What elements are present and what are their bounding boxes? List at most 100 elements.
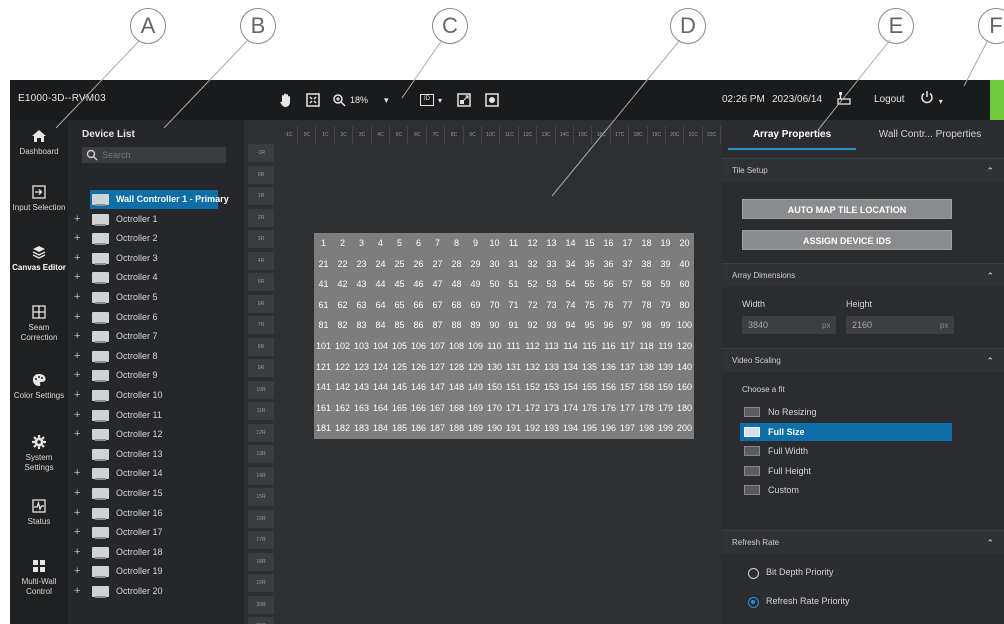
fit-option[interactable]: Full Size <box>740 422 952 441</box>
tile-cell[interactable]: 118 <box>637 336 656 357</box>
tile-cell[interactable]: 144 <box>371 377 390 398</box>
tile-cell[interactable]: 2 <box>333 233 352 254</box>
tile-cell[interactable]: 103 <box>352 336 371 357</box>
tile-cell[interactable]: 194 <box>561 418 580 439</box>
tile-cell[interactable]: 130 <box>485 357 504 378</box>
tile-cell[interactable]: 153 <box>542 377 561 398</box>
tile-cell[interactable]: 24 <box>371 254 390 275</box>
tile-cell[interactable]: 23 <box>352 254 371 275</box>
tile-cell[interactable]: 46 <box>409 274 428 295</box>
tile-cell[interactable]: 12 <box>523 233 542 254</box>
tile-cell[interactable]: 94 <box>561 315 580 336</box>
tile-cell[interactable]: 158 <box>637 377 656 398</box>
tile-cell[interactable]: 152 <box>523 377 542 398</box>
tile-cell[interactable]: 115 <box>580 336 599 357</box>
tile-cell[interactable]: 60 <box>675 274 694 295</box>
expand-icon[interactable]: + <box>74 565 80 577</box>
tile-cell[interactable]: 178 <box>637 398 656 419</box>
expand-icon[interactable]: + <box>74 428 80 440</box>
tile-cell[interactable]: 185 <box>390 418 409 439</box>
tile-cell[interactable]: 166 <box>409 398 428 419</box>
device-list-item[interactable]: + Octroller 14 <box>68 464 244 483</box>
tile-cell[interactable]: 133 <box>542 357 561 378</box>
tile-cell[interactable]: 57 <box>618 274 637 295</box>
tile-cell[interactable]: 165 <box>390 398 409 419</box>
tile-cell[interactable]: 45 <box>390 274 409 295</box>
tile-cell[interactable]: 95 <box>580 315 599 336</box>
tile-cell[interactable]: 114 <box>561 336 580 357</box>
tile-cell[interactable]: 138 <box>637 357 656 378</box>
height-field[interactable]: 2160 <box>846 316 954 334</box>
tile-cell[interactable]: 187 <box>428 418 447 439</box>
tile-cell[interactable]: 49 <box>466 274 485 295</box>
tile-cell[interactable]: 161 <box>314 398 333 419</box>
tile-cell[interactable]: 92 <box>523 315 542 336</box>
tile-cell[interactable]: 87 <box>428 315 447 336</box>
tile-cell[interactable]: 159 <box>656 377 675 398</box>
tile-cell[interactable]: 143 <box>352 377 371 398</box>
nav-status[interactable]: Status <box>10 490 68 548</box>
tile-cell[interactable]: 183 <box>352 418 371 439</box>
tile-cell[interactable]: 13 <box>542 233 561 254</box>
tile-cell[interactable]: 141 <box>314 377 333 398</box>
tile-cell[interactable]: 105 <box>390 336 409 357</box>
device-list-item[interactable]: + Octroller 1 <box>68 210 244 229</box>
tile-cell[interactable]: 193 <box>542 418 561 439</box>
tile-cell[interactable]: 21 <box>314 254 333 275</box>
tile-cell[interactable]: 55 <box>580 274 599 295</box>
tile-cell[interactable]: 122 <box>333 357 352 378</box>
tile-cell[interactable]: 148 <box>447 377 466 398</box>
tile-cell[interactable]: 15 <box>580 233 599 254</box>
tile-cell[interactable]: 113 <box>542 336 561 357</box>
tile-cell[interactable]: 182 <box>333 418 352 439</box>
tile-cell[interactable]: 72 <box>523 295 542 316</box>
expand-icon[interactable]: + <box>74 487 80 499</box>
tile-cell[interactable]: 174 <box>561 398 580 419</box>
refresh-rate-radio[interactable] <box>748 597 759 608</box>
device-list-item[interactable]: + Octroller 7 <box>68 327 244 346</box>
device-list-item[interactable]: + Octroller 15 <box>68 484 244 503</box>
tile-cell[interactable]: 119 <box>656 336 675 357</box>
device-list-item[interactable]: + Octroller 20 <box>68 582 244 601</box>
tile-cell[interactable]: 139 <box>656 357 675 378</box>
device-list-item[interactable]: + Octroller 2 <box>68 229 244 248</box>
network-icon[interactable] <box>836 90 852 109</box>
nav-seam-correction[interactable]: Seam Correction <box>10 296 68 354</box>
tile-cell[interactable]: 129 <box>466 357 485 378</box>
tile-cell[interactable]: 164 <box>371 398 390 419</box>
tile-cell[interactable]: 127 <box>428 357 447 378</box>
expand-icon[interactable]: + <box>74 232 80 244</box>
expand-icon[interactable]: + <box>74 311 80 323</box>
tile-cell[interactable]: 200 <box>675 418 694 439</box>
tile-cell[interactable]: 63 <box>352 295 371 316</box>
expand-icon[interactable]: + <box>74 369 80 381</box>
tile-cell[interactable]: 140 <box>675 357 694 378</box>
nav-input-selection[interactable]: Input Selection <box>10 176 68 234</box>
tile-cell[interactable]: 181 <box>314 418 333 439</box>
tile-cell[interactable]: 128 <box>447 357 466 378</box>
tile-cell[interactable]: 172 <box>523 398 542 419</box>
tile-cell[interactable]: 124 <box>371 357 390 378</box>
tile-cell[interactable]: 86 <box>409 315 428 336</box>
hand-icon[interactable] <box>278 90 294 110</box>
tile-cell[interactable]: 33 <box>542 254 561 275</box>
expand-icon[interactable]: + <box>74 546 80 558</box>
tile-cell[interactable]: 39 <box>656 254 675 275</box>
expand-icon[interactable]: + <box>74 291 80 303</box>
tile-cell[interactable]: 90 <box>485 315 504 336</box>
tile-cell[interactable]: 31 <box>504 254 523 275</box>
tile-cell[interactable]: 173 <box>542 398 561 419</box>
tile-cell[interactable]: 132 <box>523 357 542 378</box>
tile-cell[interactable]: 29 <box>466 254 485 275</box>
tile-cell[interactable]: 58 <box>637 274 656 295</box>
tile-cell[interactable]: 68 <box>447 295 466 316</box>
tile-cell[interactable]: 32 <box>523 254 542 275</box>
nav-color-settings[interactable]: Color Settings <box>10 364 68 422</box>
tab-array-properties[interactable]: Array Properties <box>728 120 856 150</box>
device-list-item[interactable]: + Octroller 6 <box>68 308 244 327</box>
caret-down-icon[interactable]: ▾ <box>384 95 389 106</box>
tile-cell[interactable]: 121 <box>314 357 333 378</box>
tile-cell[interactable]: 117 <box>618 336 637 357</box>
fit-option[interactable]: Full Width <box>740 442 952 460</box>
tile-cell[interactable]: 40 <box>675 254 694 275</box>
